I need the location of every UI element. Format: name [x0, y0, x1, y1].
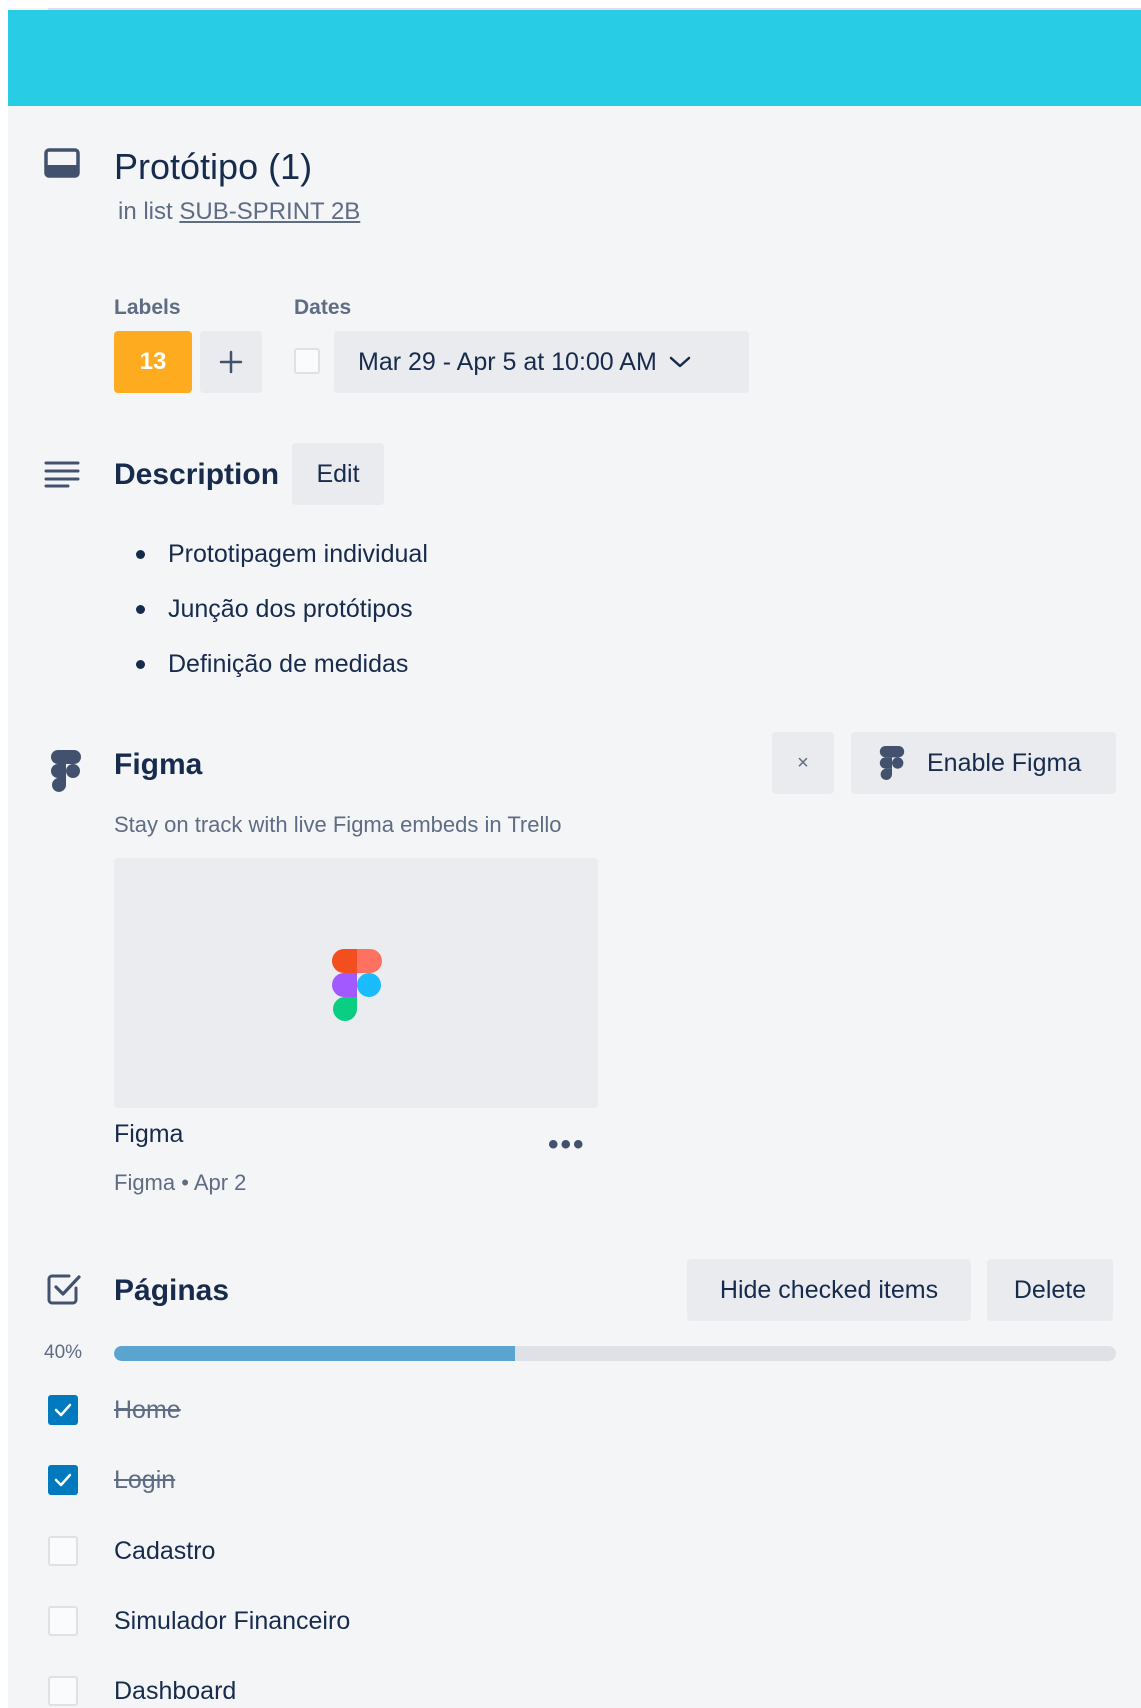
dismiss-figma-button[interactable]: × — [772, 732, 834, 794]
description-item: Prototipagem individual — [124, 536, 428, 591]
checklist-icon — [47, 1274, 81, 1305]
checklist-item-checkbox[interactable] — [48, 1465, 78, 1495]
checkmark-icon — [54, 1403, 72, 1417]
plus-icon — [219, 350, 243, 374]
edit-description-button[interactable]: Edit — [292, 443, 384, 505]
description-title: Description — [114, 458, 280, 491]
enable-figma-button[interactable]: Enable Figma — [851, 732, 1116, 794]
card-title[interactable]: Protótipo (1) — [114, 146, 312, 188]
list-link[interactable]: SUB-SPRINT 2B — [179, 198, 360, 225]
figma-section-title: Figma — [114, 748, 203, 781]
checklist-progress-fill — [114, 1346, 515, 1361]
checklist-item-text[interactable]: Simulador Financeiro — [114, 1607, 350, 1636]
checklist-item[interactable]: Dashboard — [48, 1671, 236, 1708]
description-item: Junção dos protótipos — [124, 591, 428, 646]
figma-embed-meta: Figma • Apr 2 — [114, 1170, 247, 1195]
dates-value: Mar 29 - Apr 5 at 10:00 AM — [358, 347, 657, 376]
checklist-item[interactable]: Simulador Financeiro — [48, 1601, 350, 1641]
description-icon — [44, 461, 80, 488]
checklist-item[interactable]: Home — [48, 1390, 181, 1430]
enable-figma-label: Enable Figma — [927, 748, 1082, 777]
figma-embed-name[interactable]: Figma — [114, 1120, 183, 1149]
checklist-item[interactable]: Cadastro — [48, 1531, 215, 1571]
figma-embed-preview[interactable] — [114, 858, 598, 1108]
checklist-progress-percent: 40% — [44, 1342, 83, 1363]
dates-dropdown[interactable]: Mar 29 - Apr 5 at 10:00 AM — [334, 331, 749, 393]
figma-icon — [51, 750, 81, 792]
figma-icon — [879, 745, 905, 781]
hide-checked-items-button[interactable]: Hide checked items — [687, 1259, 971, 1321]
figma-subtitle: Stay on track with live Figma embeds in … — [114, 812, 562, 837]
checklist-item-checkbox[interactable] — [48, 1606, 78, 1636]
checklist-item-text[interactable]: Login — [114, 1466, 175, 1495]
checklist-item-checkbox[interactable] — [48, 1395, 78, 1425]
dates-heading: Dates — [294, 296, 352, 319]
chevron-down-icon — [669, 356, 691, 368]
card-list-location: in list SUB-SPRINT 2B — [118, 198, 360, 226]
checklist-item-checkbox[interactable] — [48, 1536, 78, 1566]
checklist-item[interactable]: Login — [48, 1460, 175, 1500]
figma-logo-icon — [332, 949, 382, 1021]
description-list[interactable]: Prototipagem individual Junção dos protó… — [124, 536, 428, 701]
checklist-item-text[interactable]: Home — [114, 1396, 181, 1425]
card-detail-panel: Protótipo (1) in list SUB-SPRINT 2B Labe… — [8, 8, 1141, 1708]
checklist-title: Páginas — [114, 1274, 230, 1307]
label-chip[interactable]: 13 — [114, 331, 192, 393]
due-date-checkbox[interactable] — [294, 348, 320, 374]
checklist-item-text[interactable]: Dashboard — [114, 1677, 236, 1706]
description-item: Definição de medidas — [124, 646, 428, 701]
labels-heading: Labels — [114, 296, 181, 319]
more-options-icon[interactable]: ••• — [548, 1128, 586, 1162]
checklist-item-text[interactable]: Cadastro — [114, 1537, 215, 1566]
card-icon — [44, 148, 80, 178]
checklist-item-checkbox[interactable] — [48, 1676, 78, 1706]
in-list-prefix: in list — [118, 198, 173, 225]
checklist-progress-bar — [114, 1346, 1116, 1361]
checkmark-icon — [54, 1473, 72, 1487]
add-label-button[interactable] — [200, 331, 262, 393]
delete-checklist-button[interactable]: Delete — [987, 1259, 1113, 1321]
card-cover[interactable] — [8, 10, 1141, 106]
